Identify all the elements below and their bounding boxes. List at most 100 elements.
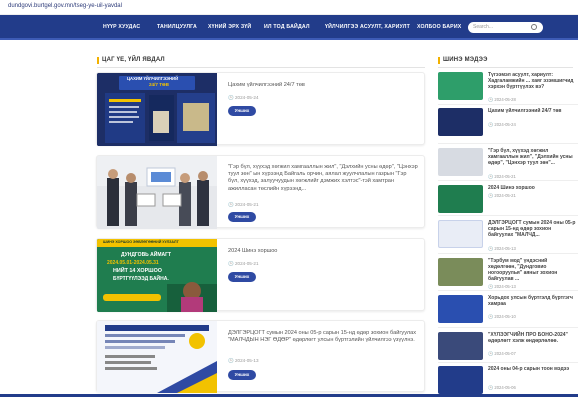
search-box[interactable]: Search... (468, 22, 543, 33)
card-image-subtext: 24/7 ТӨВ (149, 82, 169, 87)
card-image[interactable] (97, 156, 217, 229)
nav-home[interactable]: НҮҮР ХУУДАС (103, 24, 140, 30)
side-thumb[interactable] (438, 148, 483, 176)
heading-accent (97, 57, 99, 64)
card-image[interactable] (97, 321, 217, 393)
event-poster (97, 321, 217, 393)
side-thumb[interactable] (438, 220, 483, 248)
side-divider (438, 104, 578, 105)
side-thumb[interactable] (438, 185, 483, 213)
side-news-item[interactable]: "Тэрбум мод" үндэсний хөдөлгөөн, "Дундго… (438, 258, 578, 289)
side-heading-divider (438, 67, 573, 68)
main-navigation: НҮҮР ХУУДАС ТАНИЛЦУУЛГА ХҮНИЙ ЭРХ ЗҮЙ ИЛ… (0, 15, 578, 40)
side-divider (438, 180, 578, 181)
url-text: dundgovi.burtgel.gov.mn/tseg-ye-uil-yavd… (8, 3, 122, 9)
card-date: 🕑 2024-05-21 (228, 202, 259, 207)
side-thumb[interactable] (438, 332, 483, 360)
card-date: 🕑 2024-05-13 (228, 358, 259, 363)
card-title[interactable]: 2024 Шинэ хоршоо (228, 248, 418, 255)
side-news-date: 🕑 2024-05-28 (488, 97, 516, 102)
address-bar[interactable]: dundgovi.burtgel.gov.mn/tseg-ye-uil-yavd… (0, 0, 578, 15)
heading-divider (97, 67, 425, 68)
read-more-button[interactable]: Унших (228, 370, 256, 380)
card-date: 🕑 2024-05-21 (228, 261, 259, 266)
side-news-title[interactable]: Хорьдох улсын бүртгэлд бүртгэгч хамраа (488, 295, 576, 307)
side-news-date-value: 2024-05-21 (494, 193, 516, 198)
card-image-text: ЦАХИМ ҮЙЛЧИЛГЭЭНИЙ (127, 76, 179, 81)
poster-text-1: ШИНЭ ХОРШОО ЗӨВЛӨГӨӨНИЙ УУЛЗАЛТ (103, 240, 179, 244)
side-news-title[interactable]: ДЭЛГЭРЦОГТ сумын 2024 оны 05-р сарын 15-… (488, 220, 576, 238)
side-news-date: 🕑 2024-05-10 (488, 314, 516, 319)
side-news-item[interactable]: Түгээмэл асуулт, хариулт: Хадгаламжийн .… (438, 72, 578, 102)
search-icon[interactable] (531, 24, 537, 30)
card-image[interactable]: ЦАХИМ ҮЙЛЧИЛГЭЭНИЙ 24/7 ТӨВ (97, 73, 217, 146)
card-date: 🕑 2024-05-24 (228, 95, 259, 100)
nav-contact[interactable]: ХОЛБОО БАРИХ (417, 24, 461, 30)
card-date-value: 2024-05-24 (235, 95, 259, 100)
side-news-item[interactable]: ДЭЛГЭРЦОГТ сумын 2024 оны 05-р сарын 15-… (438, 220, 578, 251)
side-news-title[interactable]: Түгээмэл асуулт, хариулт: Хадгаламжийн .… (488, 72, 576, 90)
side-thumb[interactable] (438, 366, 483, 394)
side-news-title[interactable]: 2024 Шинэ хоршоо (488, 185, 576, 191)
side-news-date: 🕑 2024-05-07 (488, 351, 516, 356)
side-news-date-value: 2024-05-13 (494, 246, 516, 251)
side-news-item[interactable]: 2024 оны 04-р сарын тоон мэдээ 🕑 2024-05… (438, 366, 578, 396)
side-heading: ШИНЭ МЭДЭЭ (443, 57, 488, 63)
nav-about[interactable]: ТАНИЛЦУУЛГА (157, 24, 197, 30)
side-heading-accent (438, 57, 440, 64)
side-news-item[interactable]: "ХҮЛЭЭГЧИЙН ПРО БОНО-2024" өдөрлөгт хэлж… (438, 332, 578, 362)
poster-text-4: НИЙТ 14 ХОРШОО (113, 268, 162, 274)
side-thumb[interactable] (438, 295, 483, 323)
side-news-date: 🕑 2024-05-06 (488, 385, 516, 390)
news-card[interactable]: ШИНЭ ХОРШОО ЗӨВЛӨГӨӨНИЙ УУЛЗАЛТ ДУНДГОВЬ… (96, 238, 425, 312)
main-heading: ЦАГ ҮЕ, ҮЙЛ ЯВДАЛ (102, 57, 165, 63)
side-divider (438, 362, 578, 363)
card-date-value: 2024-05-13 (235, 358, 259, 363)
side-news-item[interactable]: Цахим үйлчилгээний 24/7 төв 🕑 2024-05-24 (438, 108, 578, 138)
side-news-title[interactable]: "Тэрбум мод" үндэсний хөдөлгөөн, "Дундго… (488, 258, 576, 282)
side-news-title[interactable]: "Гэр бүл, хүүхэд хөгжил хамгааллын жил",… (488, 148, 576, 166)
poster-text-2: ДУНДГОВЬ АЙМАГТ (121, 252, 172, 258)
nav-legal[interactable]: ХҮНИЙ ЭРХ ЗҮЙ (208, 24, 251, 30)
side-news-date-value: 2024-05-13 (494, 284, 516, 289)
card-title[interactable]: ДЭЛГЭРЦОГТ сумын 2024 оны 05-р сарын 15-… (228, 330, 418, 344)
read-more-button[interactable]: Унших (228, 212, 256, 222)
side-news-date: 🕑 2024-05-13 (488, 246, 516, 251)
poster-text-3: 2024.05.01-2024.05.31 (107, 260, 159, 266)
side-news-date-value: 2024-05-06 (494, 385, 516, 390)
news-card[interactable]: "Гэр бүл, хүүхэд хөгжил хамгааллын жил",… (96, 155, 425, 229)
side-news-date-value: 2024-05-28 (494, 97, 516, 102)
side-news-item[interactable]: Хорьдох улсын бүртгэлд бүртгэгч хамраа 🕑… (438, 295, 578, 325)
side-divider (438, 253, 578, 254)
side-thumb[interactable] (438, 72, 483, 100)
side-news-date: 🕑 2024-05-21 (488, 193, 516, 198)
read-more-button[interactable]: Унших (228, 272, 256, 282)
card-date-value: 2024-05-21 (235, 202, 259, 207)
search-placeholder: Search... (473, 24, 494, 30)
news-card[interactable]: ДЭЛГЭРЦОГТ сумын 2024 оны 05-р сарын 15-… (96, 320, 425, 393)
side-news-date-value: 2024-05-24 (494, 122, 516, 127)
side-divider (438, 215, 578, 216)
side-news-title[interactable]: Цахим үйлчилгээний 24/7 төв (488, 108, 576, 114)
side-news-item[interactable]: "Гэр бүл, хүүхэд хөгжил хамгааллын жил",… (438, 148, 578, 179)
poster-text-5: БҮРТГҮҮЛЭЭД БАЙНА. (113, 276, 169, 282)
card-image[interactable]: ШИНЭ ХОРШОО ЗӨВЛӨГӨӨНИЙ УУЛЗАЛТ ДУНДГОВЬ… (97, 239, 217, 312)
read-more-button[interactable]: Унших (228, 106, 256, 116)
news-card[interactable]: ЦАХИМ ҮЙЛЧИЛГЭЭНИЙ 24/7 ТӨВ Цахим үйлчил… (96, 72, 425, 146)
nav-faq[interactable]: ҮЙЛЧИЛГЭЭ АСУУЛТ, ХАРИУЛТ (325, 24, 410, 30)
side-news-date-value: 2024-05-07 (494, 351, 516, 356)
side-news-title[interactable]: "ХҮЛЭЭГЧИЙН ПРО БОНО-2024" өдөрлөгт хэлж… (488, 332, 576, 344)
side-news-item[interactable]: 2024 Шинэ хоршоо 🕑 2024-05-21 (438, 185, 578, 215)
side-divider (438, 143, 578, 144)
nav-transparency[interactable]: ИЛ ТОД БАЙДАЛ (264, 24, 310, 30)
side-divider (438, 327, 578, 328)
group-photo (97, 156, 217, 229)
side-news-date-value: 2024-05-10 (494, 314, 516, 319)
side-news-title[interactable]: 2024 оны 04-р сарын тоон мэдээ (488, 366, 576, 372)
side-news-date-value: 2024-05-21 (494, 174, 516, 179)
side-thumb[interactable] (438, 108, 483, 136)
card-title[interactable]: "Гэр бүл, хүүхэд хөгжил хамгааллын жил",… (228, 164, 418, 193)
side-thumb[interactable] (438, 258, 483, 286)
card-title[interactable]: Цахим үйлчилгээний 24/7 төв (228, 82, 418, 89)
side-divider (438, 290, 578, 291)
